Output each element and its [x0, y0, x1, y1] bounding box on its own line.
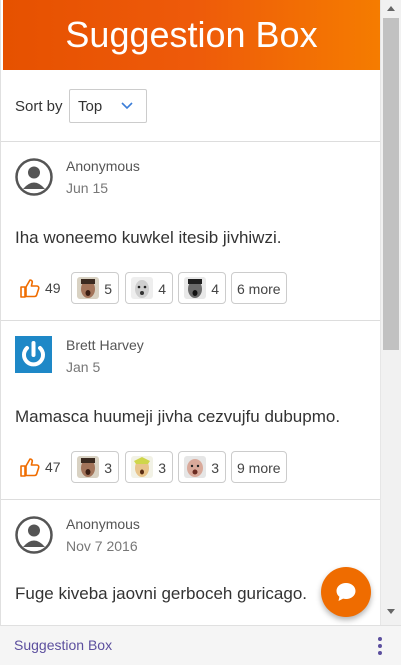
suggestion-text: Iha woneemo kuwkel itesib jivhiwzi. [15, 228, 282, 247]
app-title: Suggestion Box [65, 14, 318, 55]
face-emoji-icon [131, 277, 153, 299]
reaction-bar: 49 5 4 4 6 more [15, 272, 315, 304]
face-emoji-icon [184, 277, 206, 299]
chat-bubble-icon [336, 583, 356, 601]
reaction-chip[interactable]: 5 [71, 272, 119, 304]
suggestion-date: Nov 7 2016 [66, 538, 138, 554]
scroll-up-arrow-icon[interactable] [387, 6, 395, 11]
suggestion-text: Mamasca huumeji jivha cezvujfu dubupmo. [15, 407, 341, 426]
reaction-chip[interactable]: 3 [125, 451, 173, 483]
thumbs-up-icon[interactable] [19, 277, 41, 299]
reaction-chip[interactable]: 3 [178, 451, 226, 483]
scroll-down-arrow-icon[interactable] [387, 609, 395, 614]
face-emoji-icon [131, 456, 153, 478]
sort-dropdown[interactable]: Top [69, 89, 147, 123]
like-count: 49 [45, 280, 61, 296]
reaction-bar: 47 3 3 3 9 more [15, 451, 315, 483]
reaction-count: 4 [211, 281, 219, 297]
suggestion-author: Brett Harvey [66, 337, 144, 353]
chevron-down-icon [121, 102, 133, 110]
scroll-thumb[interactable] [383, 18, 399, 350]
anonymous-avatar-icon [15, 158, 53, 196]
app-header: Suggestion Box [3, 0, 380, 70]
suggestion-list-viewport: Suggestion Box Sort by Top Anonymous Jun… [0, 0, 380, 625]
more-reactions-button[interactable]: 9 more [231, 451, 287, 483]
more-reactions-label: 6 more [237, 281, 281, 297]
reaction-chip[interactable]: 3 [71, 451, 119, 483]
reaction-chip[interactable]: 4 [125, 272, 173, 304]
reaction-count: 5 [104, 281, 112, 297]
sort-bar: Sort by Top [1, 70, 380, 142]
reaction-count: 3 [104, 460, 112, 476]
suggestion-author: Anonymous [66, 516, 140, 532]
vertical-scrollbar[interactable] [380, 0, 401, 625]
suggestion-card[interactable]: Anonymous Jun 15 Iha woneemo kuwkel ites… [1, 142, 380, 321]
face-emoji-icon [77, 456, 99, 478]
suggestion-date: Jun 15 [66, 180, 109, 196]
anonymous-avatar-icon [15, 516, 53, 554]
reaction-count: 3 [211, 460, 219, 476]
thumbs-up-icon[interactable] [19, 456, 41, 478]
suggestion-text: Fuge kiveba jaovni gerboceh guricago. [15, 584, 308, 603]
sort-selected-value: Top [78, 98, 103, 115]
suggestion-card[interactable]: Brett Harvey Jan 5 Mamasca huumeji jivha… [1, 321, 380, 500]
suggestion-date: Jan 5 [66, 359, 101, 375]
footer-bar: Suggestion Box [0, 625, 401, 665]
footer-title[interactable]: Suggestion Box [14, 637, 112, 653]
suggestion-author: Anonymous [66, 158, 140, 174]
like-count: 47 [45, 459, 61, 475]
suggestion-card[interactable]: Anonymous Nov 7 2016 Fuge kiveba jaovni … [1, 500, 380, 625]
more-reactions-label: 9 more [237, 460, 281, 476]
power-logo-avatar [15, 336, 52, 373]
new-suggestion-button[interactable] [321, 567, 371, 617]
face-emoji-icon [184, 456, 206, 478]
sort-label: Sort by [15, 98, 63, 115]
more-options-icon[interactable] [373, 637, 387, 655]
more-reactions-button[interactable]: 6 more [231, 272, 287, 304]
face-emoji-icon [77, 277, 99, 299]
reaction-chip[interactable]: 4 [178, 272, 226, 304]
reaction-count: 3 [158, 460, 166, 476]
reaction-count: 4 [158, 281, 166, 297]
